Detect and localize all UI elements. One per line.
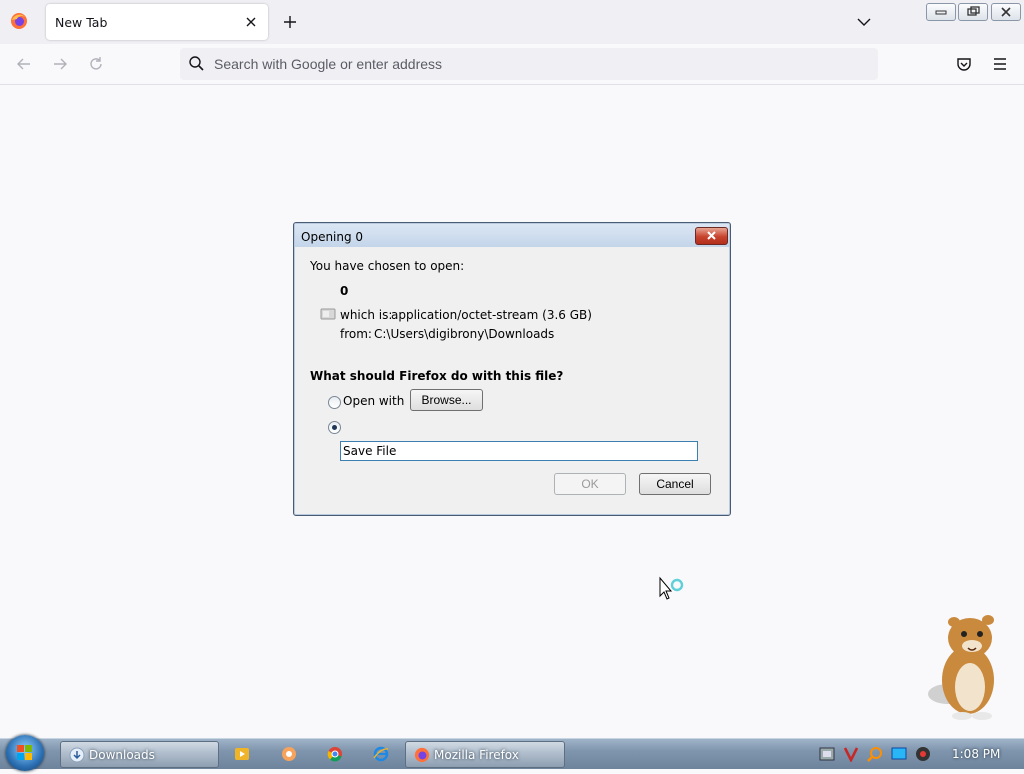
windows-logo-icon [17, 745, 32, 760]
app-icon[interactable] [281, 746, 297, 762]
speaker-icon[interactable] [915, 746, 931, 762]
busy-cursor-icon [659, 576, 684, 600]
dialog-close-button[interactable] [695, 227, 728, 245]
restore-button[interactable] [958, 3, 988, 21]
reload-icon[interactable] [87, 55, 105, 73]
minimize-button[interactable] [926, 3, 956, 21]
hamburger-menu-icon[interactable] [991, 56, 1009, 72]
back-icon[interactable] [15, 55, 33, 73]
pocket-icon[interactable] [955, 55, 973, 73]
intro-text: You have chosen to open: [310, 259, 465, 273]
chevron-down-icon[interactable] [855, 14, 873, 30]
open-with-radio[interactable] [328, 396, 341, 409]
chrome-icon[interactable] [327, 746, 343, 762]
restore-icon [967, 6, 980, 16]
dialog-body: You have chosen to open: 0 which is: app… [302, 248, 722, 510]
internet-explorer-icon[interactable] [373, 746, 389, 762]
url-input[interactable] [214, 48, 854, 80]
search-icon[interactable] [867, 746, 883, 762]
taskbar-item-downloads[interactable]: Downloads [60, 741, 219, 768]
file-icon [320, 308, 336, 320]
search-icon [189, 56, 204, 71]
taskbar-item-firefox[interactable]: Mozilla Firefox [405, 741, 565, 768]
display-icon[interactable] [891, 746, 907, 762]
taskbar-label: Downloads [89, 748, 155, 762]
downloads-window-icon [69, 747, 85, 763]
start-button[interactable] [6, 735, 44, 771]
from-label: from: [340, 327, 372, 341]
close-icon [1001, 7, 1011, 17]
which-is-label: which is: [340, 308, 393, 322]
browse-button[interactable]: Browse... [410, 389, 483, 411]
file-source-value: C:\Users\digibrony\Downloads [374, 327, 555, 341]
tab-new-tab[interactable]: New Tab [46, 4, 268, 40]
cancel-button[interactable]: Cancel [639, 473, 711, 495]
nav-toolbar [0, 44, 1024, 85]
close-icon[interactable] [242, 13, 260, 31]
minimize-icon [935, 10, 947, 15]
clock[interactable]: 1:08 PM [952, 747, 1000, 761]
dialog-titlebar: Opening 0 [295, 224, 729, 247]
ok-button[interactable]: OK [554, 473, 626, 495]
tab-title: New Tab [55, 15, 108, 30]
hamster-mascot-icon [928, 615, 994, 720]
save-file-option[interactable]: Save File [340, 441, 698, 461]
firefox-icon [414, 747, 430, 763]
action-question: What should Firefox do with this file? [310, 369, 564, 383]
taskbar: Downloads Mozilla Firefox 1:08 PM [0, 735, 1024, 771]
firefox-icon [11, 13, 27, 29]
file-type-value: application/octet-stream (3.6 GB) [391, 308, 592, 322]
v-icon[interactable] [843, 746, 859, 762]
window-close-button[interactable] [991, 3, 1021, 21]
tab-strip: New Tab [0, 0, 1024, 44]
open-with-label[interactable]: Open with [343, 394, 404, 408]
media-player-icon[interactable] [234, 746, 250, 762]
download-dialog: Opening 0 You have chosen to open: 0 whi… [293, 222, 731, 516]
taskbar-label: Mozilla Firefox [434, 748, 519, 762]
plus-icon[interactable] [281, 13, 299, 31]
address-bar[interactable] [180, 48, 878, 80]
save-file-radio[interactable] [328, 421, 341, 434]
forward-icon[interactable] [51, 55, 69, 73]
dialog-title: Opening 0 [301, 230, 364, 244]
file-name: 0 [340, 284, 349, 298]
save-file-label: Save File [343, 444, 397, 458]
close-icon [707, 231, 716, 240]
network-icon[interactable] [819, 746, 835, 762]
